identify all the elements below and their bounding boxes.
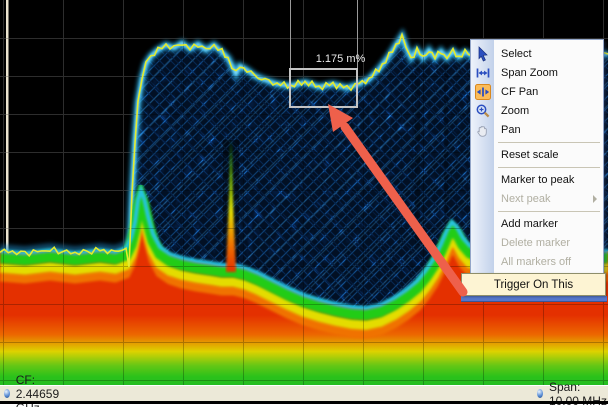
menu-separator — [471, 164, 603, 170]
trigger-level-label: 1.175 m% — [316, 53, 366, 65]
submenu-arrow-icon — [593, 195, 597, 203]
span-zoom-icon — [471, 65, 494, 81]
menu-separator — [471, 139, 603, 145]
bottom-border — [0, 401, 608, 404]
spectrum-analyzer-window: 1.175 m% CF: 2.44659 GHz Span: 10.00 MHz… — [0, 0, 613, 407]
span-status-icon — [537, 389, 543, 398]
menu-item-span-zoom[interactable]: Span Zoom — [471, 63, 603, 82]
menu-bottom-strip — [461, 296, 607, 302]
zoom-icon — [471, 103, 494, 119]
context-menu: Select Span Zoom — [470, 39, 604, 274]
cf-pan-icon — [471, 84, 494, 100]
menu-item-cf-pan[interactable]: CF Pan — [471, 82, 603, 101]
menu-item-next-peak: Next peak — [471, 189, 603, 208]
menu-item-zoom[interactable]: Zoom — [471, 101, 603, 120]
menu-separator — [471, 208, 603, 214]
menu-item-trigger-on-this[interactable]: Trigger On This — [461, 273, 606, 296]
menu-item-pan[interactable]: Pan — [471, 120, 603, 139]
cf-status-icon — [4, 389, 10, 398]
menu-item-add-marker[interactable]: Add marker — [471, 214, 603, 233]
pan-hand-icon — [471, 122, 494, 138]
menu-item-all-markers-off: All markers off — [471, 252, 603, 271]
select-arrow-icon — [471, 46, 494, 62]
menu-item-delete-marker: Delete marker — [471, 233, 603, 252]
menu-item-marker-to-peak[interactable]: Marker to peak — [471, 170, 603, 189]
status-bar: CF: 2.44659 GHz Span: 10.00 MHz — [0, 385, 608, 401]
menu-item-select[interactable]: Select — [471, 44, 603, 63]
menu-item-reset-scale[interactable]: Reset scale — [471, 145, 603, 164]
